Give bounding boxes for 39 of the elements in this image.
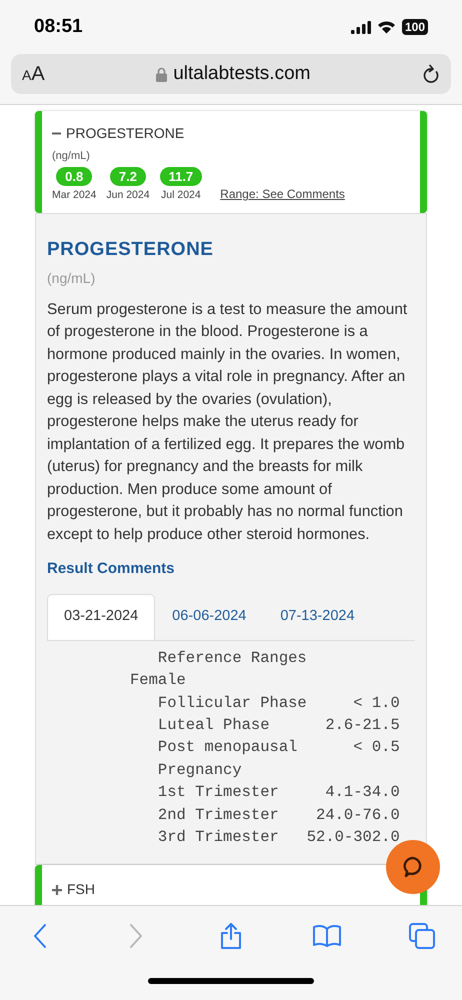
battery-level: 100 [402, 19, 428, 35]
detail-unit: (ng/mL) [47, 268, 96, 288]
description-paragraph: Serum progesterone is a test to measure the amount of progesterone in the blood. Progesterone is a hormone produced mainly in the ovaries. In women, progesterone plays a vital role in pregnancy. After an egg is released by the ovaries (ovulation), progesterone helps make the uterus ready for implantation of a fertilized egg. It prepares the womb (uterus) for pregnancy and the breasts for milk production. Men produce some amount of progesterone, but it probably has no normal function except to help produce other steroid hormones. [47, 300, 408, 545]
comment-line: 3rd Trimester 52.0-302.0 [156, 827, 400, 848]
result-date: Mar 2024 [52, 188, 96, 202]
date-tab[interactable]: 03-21-2024 [47, 594, 156, 640]
comment-line: Pregnancy [156, 760, 242, 781]
wifi-icon [376, 20, 396, 34]
address-url[interactable]: ultalabtests.com [173, 60, 310, 88]
comment-line: Reference Ranges [156, 648, 307, 669]
date-tab[interactable]: 06-06-2024 [155, 594, 264, 640]
detail-title: PROGESTERONE [47, 238, 214, 262]
test-name[interactable]: FSH [67, 879, 95, 900]
comment-line: Female [130, 670, 186, 692]
comments-heading: Result Comments [47, 559, 175, 580]
tabs-icon[interactable] [409, 923, 435, 949]
result-pill: 0.8 [56, 166, 92, 186]
result-date: Jun 2024 [106, 188, 150, 202]
comment-line: Follicular Phase < 1.0 [156, 692, 400, 714]
comment-line: 2nd Trimester 24.0-76.0 [156, 804, 400, 826]
result-date: Jul 2024 [161, 188, 201, 202]
text-size-button[interactable]: AA [22, 59, 45, 89]
lock-icon [156, 66, 168, 82]
result-pill: 7.2 [110, 166, 146, 186]
signal-icon [350, 20, 371, 34]
share-icon[interactable] [219, 922, 243, 950]
range-link[interactable]: Range: See Comments [220, 185, 345, 204]
unit-label: (ng/mL) [52, 149, 90, 164]
comment-line: Post menopausal < 0.5 [156, 737, 400, 758]
status-time: 08:51 [34, 14, 83, 39]
comment-line: 1st Trimester 4.1-34.0 [156, 782, 400, 804]
test-name[interactable]: PROGESTERONE [66, 123, 184, 144]
reload-icon[interactable] [422, 64, 440, 84]
result-pill: 11.7 [160, 166, 202, 186]
book-icon[interactable] [312, 924, 342, 948]
back-icon[interactable] [32, 923, 48, 949]
plus-icon[interactable] [52, 884, 62, 895]
comment-line: Luteal Phase 2.6-21.5 [156, 714, 400, 736]
date-tab[interactable]: 07-13-2024 [263, 594, 372, 640]
